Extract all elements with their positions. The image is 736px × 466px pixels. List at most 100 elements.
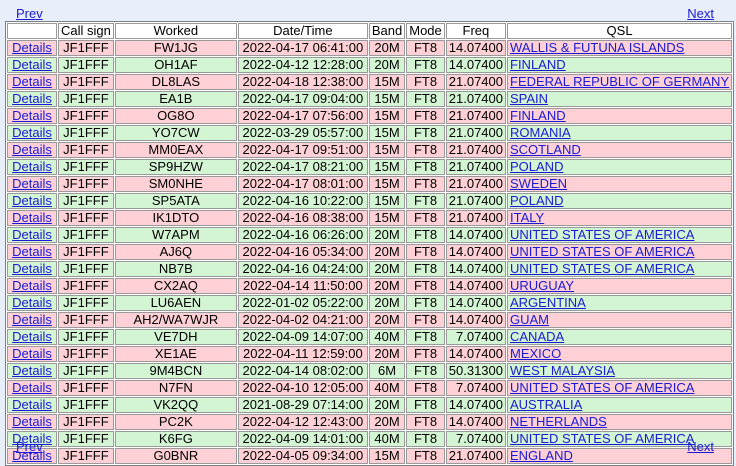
freq-cell: 21.07400 [445, 91, 506, 107]
prev-link-bottom[interactable]: Prev [16, 440, 43, 454]
mode-cell: FT8 [406, 346, 445, 362]
worked-cell: DL8LAS [114, 74, 237, 90]
call-sign-cell: JF1FFF [58, 312, 114, 328]
band-cell: 40M [368, 329, 406, 345]
qsl-cell: FINLAND [507, 108, 733, 124]
qsl-cell: MEXICO [507, 346, 733, 362]
details-link[interactable]: Details [12, 346, 52, 361]
details-link[interactable]: Details [12, 261, 52, 276]
table-row: Details JF1FFF VE7DH 2022-04-09 14:07:00 40M… [7, 329, 733, 345]
details-link[interactable]: Details [12, 414, 52, 429]
details-link[interactable]: Details [12, 57, 52, 72]
qsl-country-link[interactable]: SCOTLAND [510, 142, 581, 157]
mode-cell: FT8 [406, 125, 445, 141]
freq-cell: 14.07400 [445, 40, 506, 56]
details-link[interactable]: Details [12, 40, 52, 55]
qsl-country-link[interactable]: FINLAND [510, 57, 566, 72]
datetime-cell: 2022-04-17 09:51:00 [237, 142, 368, 158]
worked-cell: FW1JG [114, 40, 237, 56]
details-link[interactable]: Details [12, 329, 52, 344]
details-link[interactable]: Details [12, 312, 52, 327]
qsl-country-link[interactable]: POLAND [510, 159, 563, 174]
qsl-country-link[interactable]: FINLAND [510, 108, 566, 123]
header-mode: Mode [406, 23, 445, 39]
band-cell: 20M [368, 295, 406, 311]
next-link-bottom[interactable]: Next [687, 440, 714, 454]
band-cell: 15M [368, 74, 406, 90]
freq-cell: 14.07400 [445, 244, 506, 260]
details-link[interactable]: Details [12, 244, 52, 259]
call-sign-cell: JF1FFF [58, 380, 114, 396]
freq-cell: 21.07400 [445, 74, 506, 90]
qsl-country-link[interactable]: UNITED STATES OF AMERICA [510, 261, 694, 276]
details-link[interactable]: Details [12, 210, 52, 225]
qsl-country-link[interactable]: SPAIN [510, 91, 548, 106]
header-date-time: Date/Time [237, 23, 368, 39]
details-link[interactable]: Details [12, 91, 52, 106]
details-cell: Details [7, 346, 57, 362]
qsl-country-link[interactable]: WEST MALAYSIA [510, 363, 615, 378]
details-cell: Details [7, 57, 57, 73]
table-body: Details JF1FFF FW1JG 2022-04-17 06:41:00 20M… [7, 40, 733, 464]
details-link[interactable]: Details [12, 397, 52, 412]
qsl-country-link[interactable]: UNITED STATES OF AMERICA [510, 227, 694, 242]
table-row: Details JF1FFF NB7B 2022-04-16 04:24:00 20M F… [7, 261, 733, 277]
freq-cell: 14.07400 [445, 295, 506, 311]
qsl-country-link[interactable]: AUSTRALIA [510, 397, 582, 412]
qsl-country-link[interactable]: FEDERAL REPUBLIC OF GERMANY [510, 74, 729, 89]
details-link[interactable]: Details [12, 108, 52, 123]
table-row: Details JF1FFF DL8LAS 2022-04-18 12:38:00 15… [7, 74, 733, 90]
details-cell: Details [7, 193, 57, 209]
qsl-country-link[interactable]: URUGUAY [510, 278, 574, 293]
mode-cell: FT8 [406, 40, 445, 56]
call-sign-cell: JF1FFF [58, 74, 114, 90]
details-cell: Details [7, 363, 57, 379]
details-link[interactable]: Details [12, 74, 52, 89]
qsl-country-link[interactable]: POLAND [510, 193, 563, 208]
next-link-top[interactable]: Next [687, 7, 714, 21]
details-link[interactable]: Details [12, 159, 52, 174]
details-link[interactable]: Details [12, 278, 52, 293]
call-sign-cell: JF1FFF [58, 193, 114, 209]
qsl-country-link[interactable]: GUAM [510, 312, 549, 327]
qsl-country-link[interactable]: WALLIS & FUTUNA ISLANDS [510, 40, 684, 55]
qsl-country-link[interactable]: SWEDEN [510, 176, 567, 191]
qsl-country-link[interactable]: MEXICO [510, 346, 561, 361]
details-link[interactable]: Details [12, 176, 52, 191]
prev-link-top[interactable]: Prev [16, 7, 43, 21]
details-link[interactable]: Details [12, 142, 52, 157]
table-row: Details JF1FFF EA1B 2022-04-17 09:04:00 15M F… [7, 91, 733, 107]
call-sign-cell: JF1FFF [58, 414, 114, 430]
mode-cell: FT8 [406, 227, 445, 243]
details-link[interactable]: Details [12, 125, 52, 140]
details-link[interactable]: Details [12, 380, 52, 395]
details-link[interactable]: Details [12, 193, 52, 208]
worked-cell: AJ6Q [114, 244, 237, 260]
details-link[interactable]: Details [12, 227, 52, 242]
qsl-country-link[interactable]: ARGENTINA [510, 295, 586, 310]
mode-cell: FT8 [406, 108, 445, 124]
qsl-cell: UNITED STATES OF AMERICA [507, 227, 733, 243]
details-link[interactable]: Details [12, 363, 52, 378]
details-cell: Details [7, 312, 57, 328]
qsl-country-link[interactable]: NETHERLANDS [510, 414, 607, 429]
band-cell: 15M [368, 159, 406, 175]
mode-cell: FT8 [406, 159, 445, 175]
qsl-cell: ROMANIA [507, 125, 733, 141]
table-row: Details JF1FFF N7FN 2022-04-10 12:05:00 40M F… [7, 380, 733, 396]
qsl-country-link[interactable]: CANADA [510, 329, 564, 344]
call-sign-cell: JF1FFF [58, 261, 114, 277]
qsl-country-link[interactable]: ROMANIA [510, 125, 571, 140]
call-sign-cell: JF1FFF [58, 346, 114, 362]
qsl-country-link[interactable]: ITALY [510, 210, 544, 225]
datetime-cell: 2022-04-17 08:21:00 [237, 159, 368, 175]
qsl-cell: ARGENTINA [507, 295, 733, 311]
call-sign-cell: JF1FFF [58, 176, 114, 192]
qsl-cell: AUSTRALIA [507, 397, 733, 413]
call-sign-cell: JF1FFF [58, 91, 114, 107]
band-cell: 20M [368, 278, 406, 294]
qsl-country-link[interactable]: UNITED STATES OF AMERICA [510, 244, 694, 259]
band-cell: 20M [368, 414, 406, 430]
details-link[interactable]: Details [12, 295, 52, 310]
qsl-country-link[interactable]: UNITED STATES OF AMERICA [510, 380, 694, 395]
